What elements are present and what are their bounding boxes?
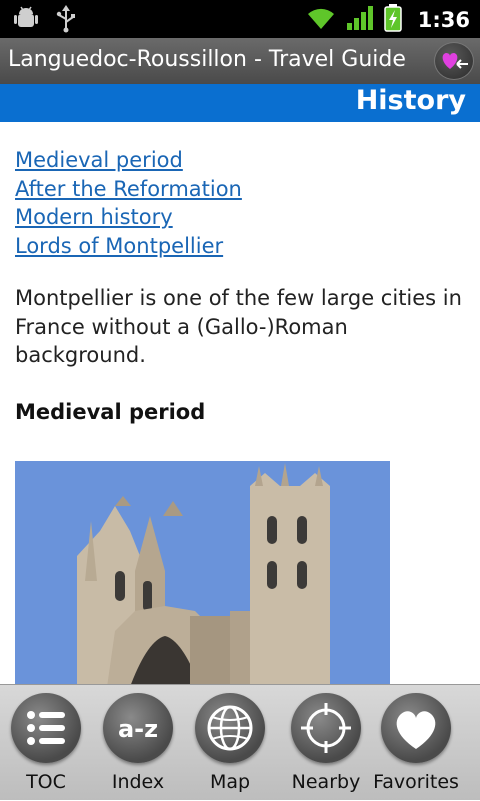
- toc-link-medieval-period[interactable]: Medieval period: [15, 146, 242, 175]
- heart-icon: [381, 693, 451, 763]
- cathedral-photo: [15, 461, 390, 684]
- android-debug-icon: [14, 5, 38, 37]
- status-time: 1:36: [417, 8, 470, 32]
- battery-charging-icon: [384, 4, 402, 36]
- heart-back-icon: [435, 53, 475, 85]
- nav-favorites-button[interactable]: Favorites: [370, 685, 462, 801]
- crosshair-icon: [291, 693, 361, 763]
- favorites-shortcut-button[interactable]: [434, 42, 474, 80]
- section-title: History: [355, 85, 466, 116]
- nav-favorites-label: Favorites: [373, 771, 459, 793]
- list-icon: [11, 693, 81, 763]
- nav-index-button[interactable]: a-z Index: [92, 685, 184, 801]
- a-z-icon: a-z: [103, 693, 173, 763]
- intro-paragraph: Montpellier is one of the few large citi…: [15, 286, 462, 367]
- article-content[interactable]: Medieval period After the Reformation Mo…: [0, 122, 480, 684]
- nav-map-button[interactable]: Map: [184, 685, 276, 801]
- globe-icon: [195, 693, 265, 763]
- nav-map-label: Map: [209, 771, 251, 793]
- subheading-medieval-period: Medieval period: [15, 400, 206, 424]
- app-title: Languedoc-Roussillon - Travel Guide: [8, 47, 406, 72]
- section-header: History: [0, 84, 480, 122]
- toc-link-after-the-reformation[interactable]: After the Reformation: [15, 175, 242, 204]
- bottom-navigation: TOC a-z Index Map Nearby Favorites: [0, 684, 480, 800]
- nav-index-label: Index: [111, 771, 165, 793]
- title-bar: Languedoc-Roussillon - Travel Guide: [0, 38, 480, 84]
- nav-nearby-button[interactable]: Nearby: [280, 685, 372, 801]
- nav-toc-button[interactable]: TOC: [0, 685, 92, 801]
- signal-icon: [346, 5, 374, 35]
- toc-link-modern-history[interactable]: Modern history: [15, 203, 242, 232]
- nav-nearby-label: Nearby: [291, 771, 361, 793]
- status-bar: 1:36: [0, 0, 480, 38]
- nav-toc-label: TOC: [26, 771, 66, 793]
- toc-links: Medieval period After the Reformation Mo…: [15, 146, 242, 260]
- wifi-icon: [306, 5, 336, 35]
- svg-text:a-z: a-z: [118, 715, 158, 743]
- toc-link-lords-of-montpellier[interactable]: Lords of Montpellier: [15, 232, 242, 261]
- usb-icon: [56, 5, 76, 37]
